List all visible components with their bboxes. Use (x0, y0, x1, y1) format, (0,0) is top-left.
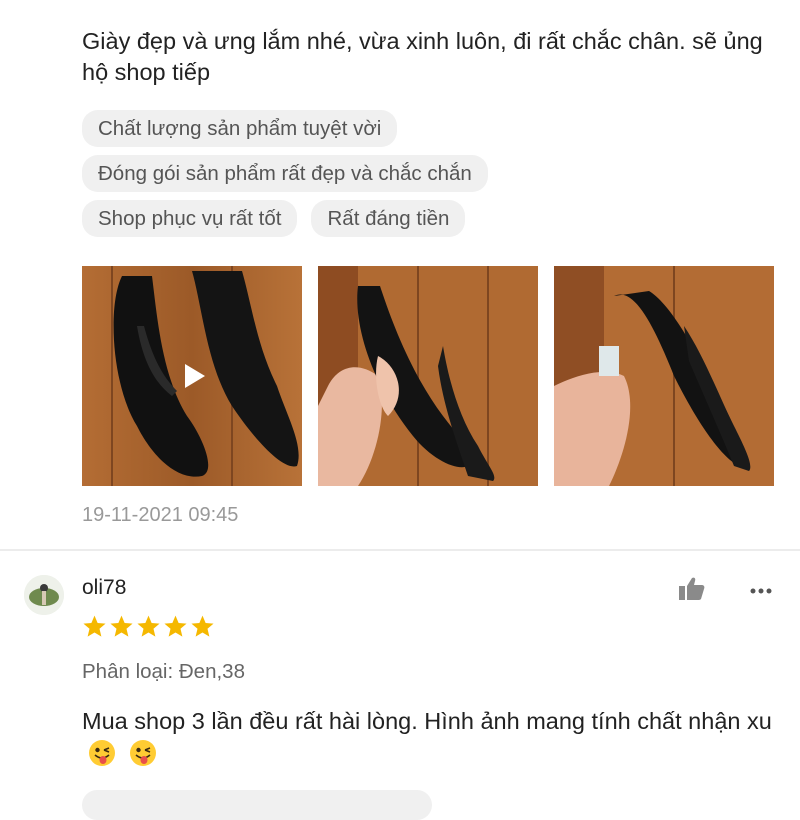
review-card: Giày đẹp và ưng lắm nhé, vừa xinh luôn, … (0, 0, 800, 548)
review-photo[interactable] (554, 266, 774, 486)
tag-row: Shop phục vụ rất tốt Rất đáng tiền (82, 200, 782, 237)
winking-face-with-tongue-icon (129, 740, 156, 766)
reviewer-username[interactable]: oli78 (82, 576, 126, 600)
tag-row: Đóng gói sản phẩm rất đẹp và chắc chắn (82, 155, 782, 192)
review-tags: Chất lượng sản phẩm tuyệt vời Đóng gói s… (82, 110, 782, 245)
star-icon (83, 615, 106, 637)
shoe-photo-image (318, 266, 538, 486)
review-comment: Giày đẹp và ưng lắm nhé, vừa xinh luôn, … (82, 28, 763, 85)
review-timestamp: 19-11-2021 09:45 (82, 504, 239, 526)
review-tag-partial (82, 790, 432, 820)
review-tag: Đóng gói sản phẩm rất đẹp và chắc chắn (82, 155, 488, 192)
rating-stars (82, 614, 215, 639)
shoe-photo-image (554, 266, 774, 486)
review-tag: Shop phục vụ rất tốt (82, 200, 298, 237)
review-video-thumbnail[interactable] (82, 266, 302, 486)
star-icon (191, 615, 214, 637)
star-icon (164, 615, 187, 637)
star-icon (137, 615, 160, 637)
avatar[interactable] (24, 575, 64, 615)
review-comment: Mua shop 3 lần đều rất hài lòng. Hình ản… (82, 705, 792, 771)
review-photo[interactable] (318, 266, 538, 486)
play-icon (185, 364, 205, 388)
more-dots-icon[interactable] (748, 578, 774, 604)
thumbs-up-icon[interactable] (676, 574, 706, 604)
review-media (82, 266, 774, 486)
product-variant: Phân loại: Đen,38 (82, 660, 245, 683)
review-divider (0, 549, 800, 551)
review-tag: Chất lượng sản phẩm tuyệt vời (82, 110, 398, 147)
review-tag: Rất đáng tiền (311, 200, 466, 237)
review-comment-text: Mua shop 3 lần đều rất hài lòng. Hình ản… (82, 708, 772, 734)
tag-row: Chất lượng sản phẩm tuyệt vời (82, 110, 782, 147)
star-icon (110, 615, 133, 637)
avatar-image (24, 575, 64, 615)
more-dots-glyph (750, 588, 772, 594)
winking-face-with-tongue-icon (89, 740, 115, 766)
